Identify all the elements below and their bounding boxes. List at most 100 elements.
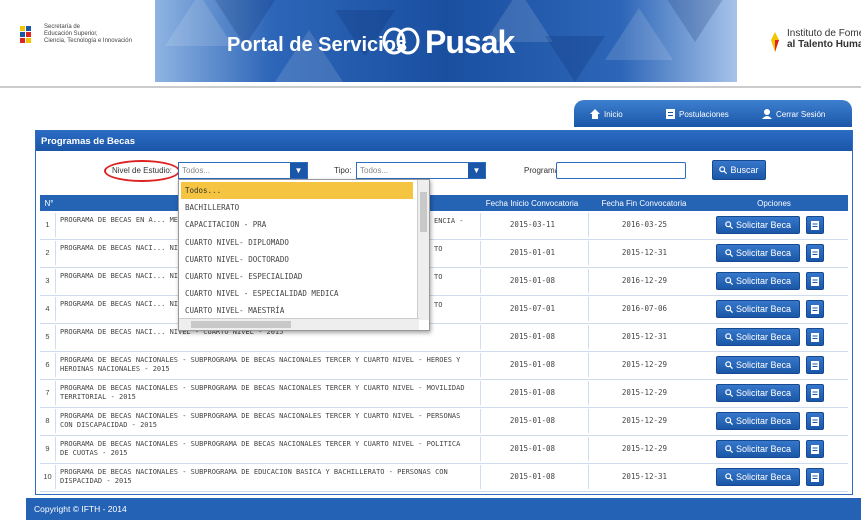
row-number: 7 <box>40 381 56 405</box>
buscar-button[interactable]: Buscar <box>712 160 766 180</box>
solicitar-beca-button[interactable]: Solicitar Beca <box>716 328 800 346</box>
nav-cerrar-sesion-label: Cerrar Sesión <box>776 109 826 119</box>
search-icon <box>725 473 733 481</box>
nivel-dropdown-list[interactable]: Todos... BACHILLERATO CAPACITACION - PRA CU… <box>178 179 430 331</box>
row-program-name: PROGRAMA DE BECAS NACIONALES - SUBPROGRA… <box>60 440 461 457</box>
search-icon <box>725 389 733 397</box>
search-icon <box>725 333 733 341</box>
view-details-button[interactable] <box>806 244 824 262</box>
buscar-label: Buscar <box>730 165 759 175</box>
solicitar-beca-button[interactable]: Solicitar Beca <box>716 272 800 290</box>
search-icon <box>725 305 733 313</box>
nav-inicio-label: Inicio <box>604 109 623 119</box>
solicitar-beca-button[interactable]: Solicitar Beca <box>716 216 800 234</box>
nivel-select[interactable]: Todos... ▼ <box>178 162 308 179</box>
row-number: 3 <box>40 269 56 293</box>
row-number: 4 <box>40 297 56 321</box>
row-end-date: 2015-12-29 <box>588 437 700 461</box>
ifth-line1: Instituto de Fomento <box>787 28 861 39</box>
tipo-label: Tipo: <box>334 166 352 175</box>
view-details-button[interactable] <box>806 468 824 486</box>
row-start-date: 2015-03-11 <box>480 213 584 237</box>
scroll-thumb[interactable] <box>420 192 427 232</box>
document-icon <box>811 248 819 258</box>
dropdown-option[interactable]: CUARTO NIVEL- MAESTRÍA <box>181 302 413 319</box>
row-start-date: 2015-01-08 <box>480 437 584 461</box>
view-details-button[interactable] <box>806 356 824 374</box>
table-row: 6 PROGRAMA DE BECAS NACIONALES - SUBPROGR… <box>40 353 848 380</box>
senescyt-logo-text: Secretaría de Educación Superior, Cienci… <box>44 24 132 44</box>
dropdown-option[interactable]: BACHILLERATO <box>181 199 413 216</box>
document-icon <box>811 332 819 342</box>
dropdown-horizontal-scrollbar[interactable] <box>179 318 419 330</box>
solicitar-label: Solicitar Beca <box>735 388 792 398</box>
row-start-date: 2015-01-08 <box>480 409 584 433</box>
view-details-button[interactable] <box>806 300 824 318</box>
row-end-date: 2016-07-06 <box>588 297 700 321</box>
dropdown-option[interactable]: CUARTO NIVEL- DOCTORADO <box>181 251 413 268</box>
col-opciones: Opciones <box>757 199 791 208</box>
home-icon <box>590 109 600 119</box>
solicitar-beca-button[interactable]: Solicitar Beca <box>716 412 800 430</box>
site-header: Secretaría de Educación Superior, Cienci… <box>0 0 861 88</box>
view-details-button[interactable] <box>806 328 824 346</box>
view-details-button[interactable] <box>806 412 824 430</box>
solicitar-label: Solicitar Beca <box>735 248 792 258</box>
chevron-down-icon[interactable]: ▼ <box>290 163 307 178</box>
document-icon <box>811 416 819 426</box>
row-end-date: 2015-12-29 <box>588 381 700 405</box>
panel-title: Programas de Becas <box>36 131 852 151</box>
tipo-select[interactable]: Todos... ▼ <box>356 162 486 179</box>
col-fecha-inicio: Fecha Inicio Convocatoria <box>485 199 579 208</box>
solicitar-beca-button[interactable]: Solicitar Beca <box>716 356 800 374</box>
row-end-date: 2016-03-25 <box>588 213 700 237</box>
dropdown-option[interactable]: Todos... <box>181 182 413 199</box>
row-number: 8 <box>40 409 56 433</box>
row-program-name-tail: TO <box>434 245 443 253</box>
row-start-date: 2015-01-08 <box>480 381 584 405</box>
nav-inicio[interactable]: Inicio <box>590 109 623 119</box>
table-row: 5 PROGRAMA DE BECAS NACI... NIVEL - CUART… <box>40 325 848 352</box>
solicitar-beca-button[interactable]: Solicitar Beca <box>716 300 800 318</box>
dropdown-option[interactable]: CAPACITACION - PRA <box>181 216 413 233</box>
solicitar-label: Solicitar Beca <box>735 360 792 370</box>
document-icon <box>811 472 819 482</box>
view-details-button[interactable] <box>806 272 824 290</box>
view-details-button[interactable] <box>806 216 824 234</box>
dropdown-option[interactable]: CUARTO NIVEL- DIPLOMADO <box>181 234 413 251</box>
document-icon <box>811 220 819 230</box>
solicitar-beca-button[interactable]: Solicitar Beca <box>716 384 800 402</box>
footer: Copyright © IFTH - 2014 <box>26 498 861 520</box>
document-icon <box>811 276 819 286</box>
search-icon <box>725 277 733 285</box>
view-details-button[interactable] <box>806 440 824 458</box>
solicitar-label: Solicitar Beca <box>735 276 792 286</box>
row-number: 1 <box>40 213 56 237</box>
solicitar-beca-button[interactable]: Solicitar Beca <box>716 440 800 458</box>
chevron-down-icon[interactable]: ▼ <box>468 163 485 178</box>
view-details-button[interactable] <box>806 384 824 402</box>
search-icon <box>725 221 733 229</box>
dropdown-vertical-scrollbar[interactable] <box>417 180 429 320</box>
dropdown-option[interactable]: CUARTO NIVEL- ESPECIALIDAD <box>181 268 413 285</box>
tipo-select-value: Todos... <box>360 166 389 175</box>
senescyt-logo: Secretaría de Educación Superior, Cienci… <box>18 20 138 56</box>
senescyt-logo-icon <box>20 26 31 43</box>
document-icon <box>666 109 675 119</box>
programa-input[interactable] <box>556 162 686 179</box>
solicitar-label: Solicitar Beca <box>735 416 792 426</box>
nav-postulaciones[interactable]: Postulaciones <box>666 109 729 119</box>
document-icon <box>811 360 819 370</box>
annotation-circle <box>104 160 180 182</box>
row-program-name: PROGRAMA DE BECAS NACIONALES - SUBPROGRA… <box>60 384 465 401</box>
solicitar-beca-button[interactable]: Solicitar Beca <box>716 244 800 262</box>
dropdown-option[interactable]: CUARTO NIVEL - ESPECIALIDAD MEDICA <box>181 285 413 302</box>
col-n: N° <box>44 199 54 208</box>
nav-cerrar-sesion[interactable]: Cerrar Sesión <box>762 109 825 119</box>
portal-title: Portal de Servicios <box>227 34 408 56</box>
solicitar-label: Solicitar Beca <box>735 332 792 342</box>
row-start-date: 2015-01-01 <box>480 241 584 265</box>
nav-postulaciones-label: Postulaciones <box>679 109 729 119</box>
solicitar-beca-button[interactable]: Solicitar Beca <box>716 468 800 486</box>
scroll-thumb[interactable] <box>191 321 291 328</box>
